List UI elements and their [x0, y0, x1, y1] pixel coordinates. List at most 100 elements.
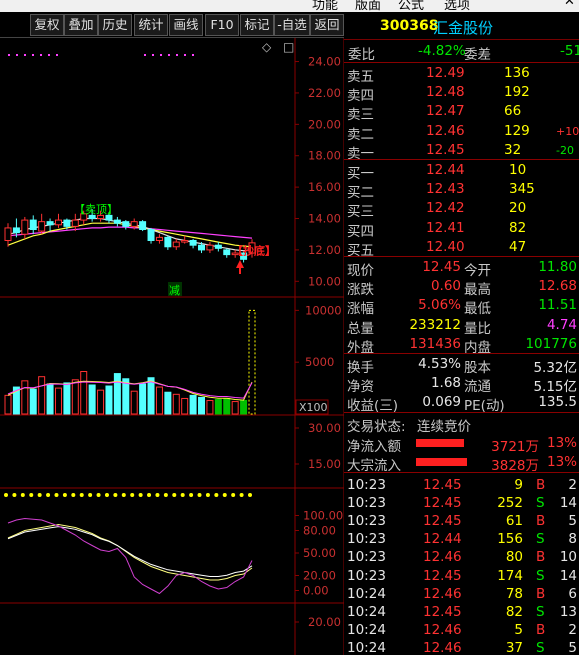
tick-row[interactable]: 10:23 12.45 252 S 14 [344, 494, 579, 513]
tick-price: 12.45 [423, 513, 462, 530]
bid-row[interactable]: 买五 12.40 47 [344, 238, 579, 259]
kline-chart[interactable]: ◇ □ 24.00 22.00 20.00 18.00 16.00 14.00 12.00 10.… [0, 38, 344, 655]
reduce-label: 减 [169, 284, 180, 297]
tick-row[interactable]: 10:23 12.45 61 B 5 [344, 512, 579, 531]
divider [344, 412, 579, 413]
price-axis-label: 12.00 [308, 243, 341, 257]
volume-bar [172, 393, 180, 415]
quote-row: 总量 233212 量比 4.74 [344, 316, 579, 337]
price-axis-label: 24.00 [308, 55, 341, 69]
price-axis-label: 14.00 [308, 212, 341, 226]
chart-canvas[interactable]: ◇ □ 24.00 22.00 20.00 18.00 16.00 14.00 12.00 10.… [0, 38, 344, 655]
candle [181, 239, 189, 243]
bid-price: 12.42 [426, 200, 465, 217]
tick-price: 12.44 [423, 531, 462, 548]
tick-row[interactable]: 10:24 12.46 37 S 5 [344, 639, 579, 655]
signal-dot [180, 493, 185, 497]
signal-dot [54, 493, 59, 497]
ask-row[interactable]: 卖一 12.45 32 -20 [344, 141, 579, 162]
overlay-button[interactable]: 叠加 [64, 14, 98, 36]
f10-button[interactable]: F10 [205, 14, 239, 36]
reference-dot [16, 54, 18, 56]
mark-button[interactable]: 标记 [240, 14, 274, 36]
ask-row[interactable]: 卖二 12.46 129 +10 [344, 122, 579, 143]
candle [164, 236, 172, 248]
volume-bar [206, 400, 214, 415]
weicha-value: -51 [560, 43, 579, 59]
bid-row[interactable]: 买四 12.41 82 [344, 219, 579, 240]
ask-label: 卖四 [347, 88, 374, 105]
signal-dot [214, 493, 219, 497]
ask-volume: 136 [504, 65, 530, 81]
ask-row[interactable]: 卖三 12.47 66 [344, 102, 579, 123]
signal-dot [46, 493, 51, 497]
chart-toolbar: 复权 叠加 历史 统计 画线 F10 标记 -自选 返回 [0, 12, 344, 38]
quote-value: 101776 [525, 335, 577, 352]
history-button[interactable]: 历史 [98, 14, 132, 36]
signal-dot [113, 493, 118, 497]
candle [71, 219, 79, 227]
bid-row[interactable]: 买三 12.42 20 [344, 199, 579, 220]
tick-row[interactable]: 10:24 12.46 78 B 6 [344, 585, 579, 604]
tick-row[interactable]: 10:23 12.44 156 S 8 [344, 530, 579, 549]
tick-row[interactable]: 10:23 12.46 80 B 10 [344, 548, 579, 567]
quote-label: 量比 [464, 320, 491, 337]
kdj-axis-label: 0.00 [303, 584, 329, 598]
kdj-j-line [7, 517, 253, 595]
volume-bar [248, 309, 256, 415]
tick-count: 8 [568, 531, 577, 548]
quote-value: 12.45 [422, 259, 461, 275]
tick-volume: 61 [505, 513, 523, 530]
bid-price: 12.44 [426, 162, 465, 178]
draw-line-button[interactable]: 画线 [169, 14, 203, 36]
quote-value: 4.74 [546, 316, 577, 333]
volume-bar [97, 389, 105, 415]
back-button[interactable]: 返回 [310, 14, 344, 36]
statistics-button[interactable]: 统计 [134, 14, 168, 36]
tick-time: 10:23 [347, 477, 386, 493]
menu-item-function[interactable]: 功能 [312, 0, 338, 12]
candle [29, 219, 37, 231]
reference-dot [160, 54, 162, 56]
candle [12, 227, 20, 234]
tick-row[interactable]: 10:24 12.46 5 B 2 [344, 621, 579, 640]
close-icon[interactable]: ✕ [564, 0, 575, 9]
stock-header: 300368 汇金股份 [344, 12, 579, 40]
tick-count: 10 [559, 549, 577, 566]
signal-dot [62, 493, 67, 497]
signal-dot [222, 493, 227, 497]
candle [21, 219, 29, 235]
menu-item-formula[interactable]: 公式 [398, 0, 424, 12]
ask-label: 卖二 [347, 126, 374, 143]
reference-dot [56, 54, 58, 56]
bid-row[interactable]: 买二 12.43 345 [344, 180, 579, 201]
quote-label: 总量 [347, 320, 374, 337]
quote-row: 涨跌 0.60 最高 12.68 [344, 277, 579, 298]
system-menu: 功能 版面 公式 选项 ✕ [0, 0, 579, 12]
kdj-axis-label: 100.00 [303, 509, 343, 523]
tick-row[interactable]: 10:23 12.45 174 S 14 [344, 567, 579, 586]
menu-item-layout[interactable]: 版面 [355, 0, 381, 12]
tick-side: B [536, 585, 546, 602]
volume-bar [240, 400, 248, 415]
tick-row[interactable]: 10:24 12.45 82 S 13 [344, 603, 579, 622]
tick-volume: 9 [514, 477, 523, 493]
quote-row: 涨幅 5.06% 最低 11.51 [344, 296, 579, 317]
bid-price: 12.41 [426, 219, 465, 236]
quote-label: 现价 [347, 263, 374, 279]
tick-count: 14 [559, 495, 577, 512]
ask-row[interactable]: 卖四 12.48 192 [344, 83, 579, 105]
candle [130, 221, 138, 227]
ask-row[interactable]: 卖五 12.49 136 [344, 64, 579, 85]
remove-watchlist-button[interactable]: -自选 [274, 14, 310, 36]
fund-flow-label: 大宗流入 [347, 458, 401, 474]
bid-row[interactable]: 买一 12.44 10 [344, 161, 579, 182]
quote-label: 今开 [464, 263, 491, 279]
menu-item-options[interactable]: 选项 [444, 0, 470, 12]
tick-volume: 78 [505, 585, 523, 602]
fundamental-row: 收益(三) 0.069 PE(动) 135.5 [344, 393, 579, 414]
kdj-axis-label: 80.00 [303, 524, 336, 538]
tick-row[interactable]: 10:23 12.45 9 B 2 [344, 476, 579, 495]
signal-dot [71, 493, 76, 497]
restore-right-button[interactable]: 复权 [30, 14, 64, 36]
